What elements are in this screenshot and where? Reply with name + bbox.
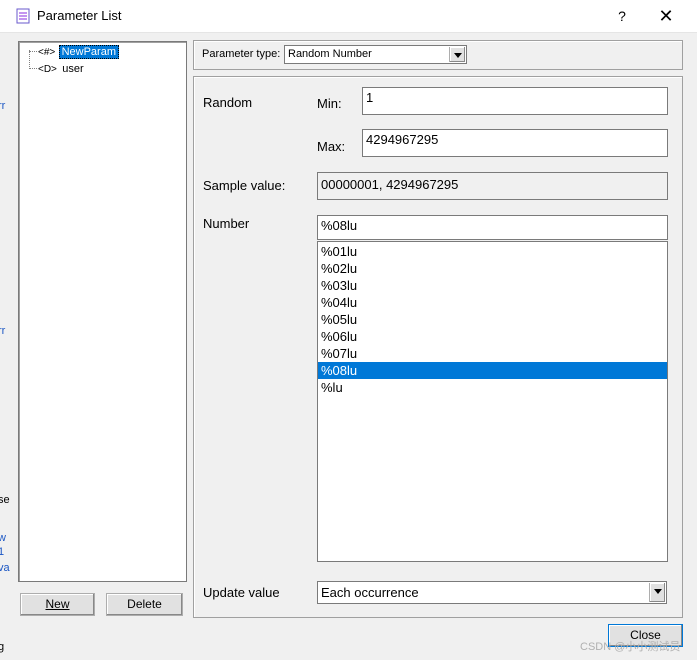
tree-connector (29, 50, 30, 69)
list-item[interactable]: %lu (318, 379, 667, 396)
parameter-tree[interactable]: <#> NewParam <D> user (18, 41, 187, 582)
title-bar: Parameter List ? ✕ (0, 0, 697, 33)
data-param-icon: <D> (38, 64, 57, 75)
close-window-icon[interactable]: ✕ (650, 2, 682, 30)
background-text: va (0, 562, 10, 574)
list-item-selected[interactable]: %08lu (318, 362, 667, 379)
new-button[interactable]: New (20, 593, 95, 616)
background-text: rr (0, 100, 6, 112)
background-text: w (0, 532, 6, 544)
list-item[interactable]: %06lu (318, 328, 667, 345)
help-button[interactable]: ? (608, 4, 636, 28)
list-item[interactable]: %04lu (318, 294, 667, 311)
list-item[interactable]: %02lu (318, 260, 667, 277)
chevron-down-icon[interactable] (649, 583, 665, 602)
tree-item-newparam[interactable]: <#> NewParam (38, 44, 119, 59)
background-text: g (0, 641, 5, 653)
tree-connector (29, 68, 37, 69)
list-item[interactable]: %07lu (318, 345, 667, 362)
parameter-type-value: Random Number (288, 48, 372, 60)
sample-value-label: Sample value: (203, 178, 286, 193)
number-format-list[interactable]: %01lu %02lu %03lu %04lu %05lu %06lu %07l… (317, 241, 668, 562)
random-section-label: Random (203, 95, 253, 110)
delete-button[interactable]: Delete (106, 593, 183, 616)
update-value-value: Each occurrence (321, 585, 419, 600)
window-title: Parameter List (37, 8, 122, 23)
number-format-label: Number (203, 216, 250, 231)
delete-button-label: Delete (127, 597, 162, 611)
watermark: CSDN @小小测试员 (580, 641, 681, 653)
tree-item-user[interactable]: <D> user (38, 61, 86, 75)
tree-item-label: NewParam (58, 45, 119, 59)
list-item[interactable]: %01lu (318, 243, 667, 260)
chevron-down-icon[interactable] (449, 47, 465, 62)
sample-value-field: 00000001, 4294967295 (317, 172, 668, 200)
background-text: 1 (0, 546, 5, 558)
max-label: Max: (317, 139, 346, 154)
parameter-type-select[interactable]: Random Number (284, 45, 467, 64)
number-param-icon: <#> (38, 47, 56, 58)
update-value-label: Update value (203, 585, 280, 600)
background-text: se (0, 494, 10, 506)
min-field[interactable]: 1 (362, 87, 668, 115)
app-icon (16, 8, 30, 24)
max-field[interactable]: 4294967295 (362, 129, 668, 157)
parameter-type-label: Parameter type: (202, 48, 281, 60)
update-value-select[interactable]: Each occurrence (317, 581, 667, 604)
tree-item-label: user (62, 63, 84, 75)
list-item[interactable]: %05lu (318, 311, 667, 328)
min-label: Min: (317, 96, 342, 111)
tree-connector (29, 51, 37, 52)
number-format-input[interactable]: %08lu (317, 215, 668, 240)
background-text: rr (0, 325, 6, 337)
new-button-label: New (45, 597, 70, 611)
list-item[interactable]: %03lu (318, 277, 667, 294)
